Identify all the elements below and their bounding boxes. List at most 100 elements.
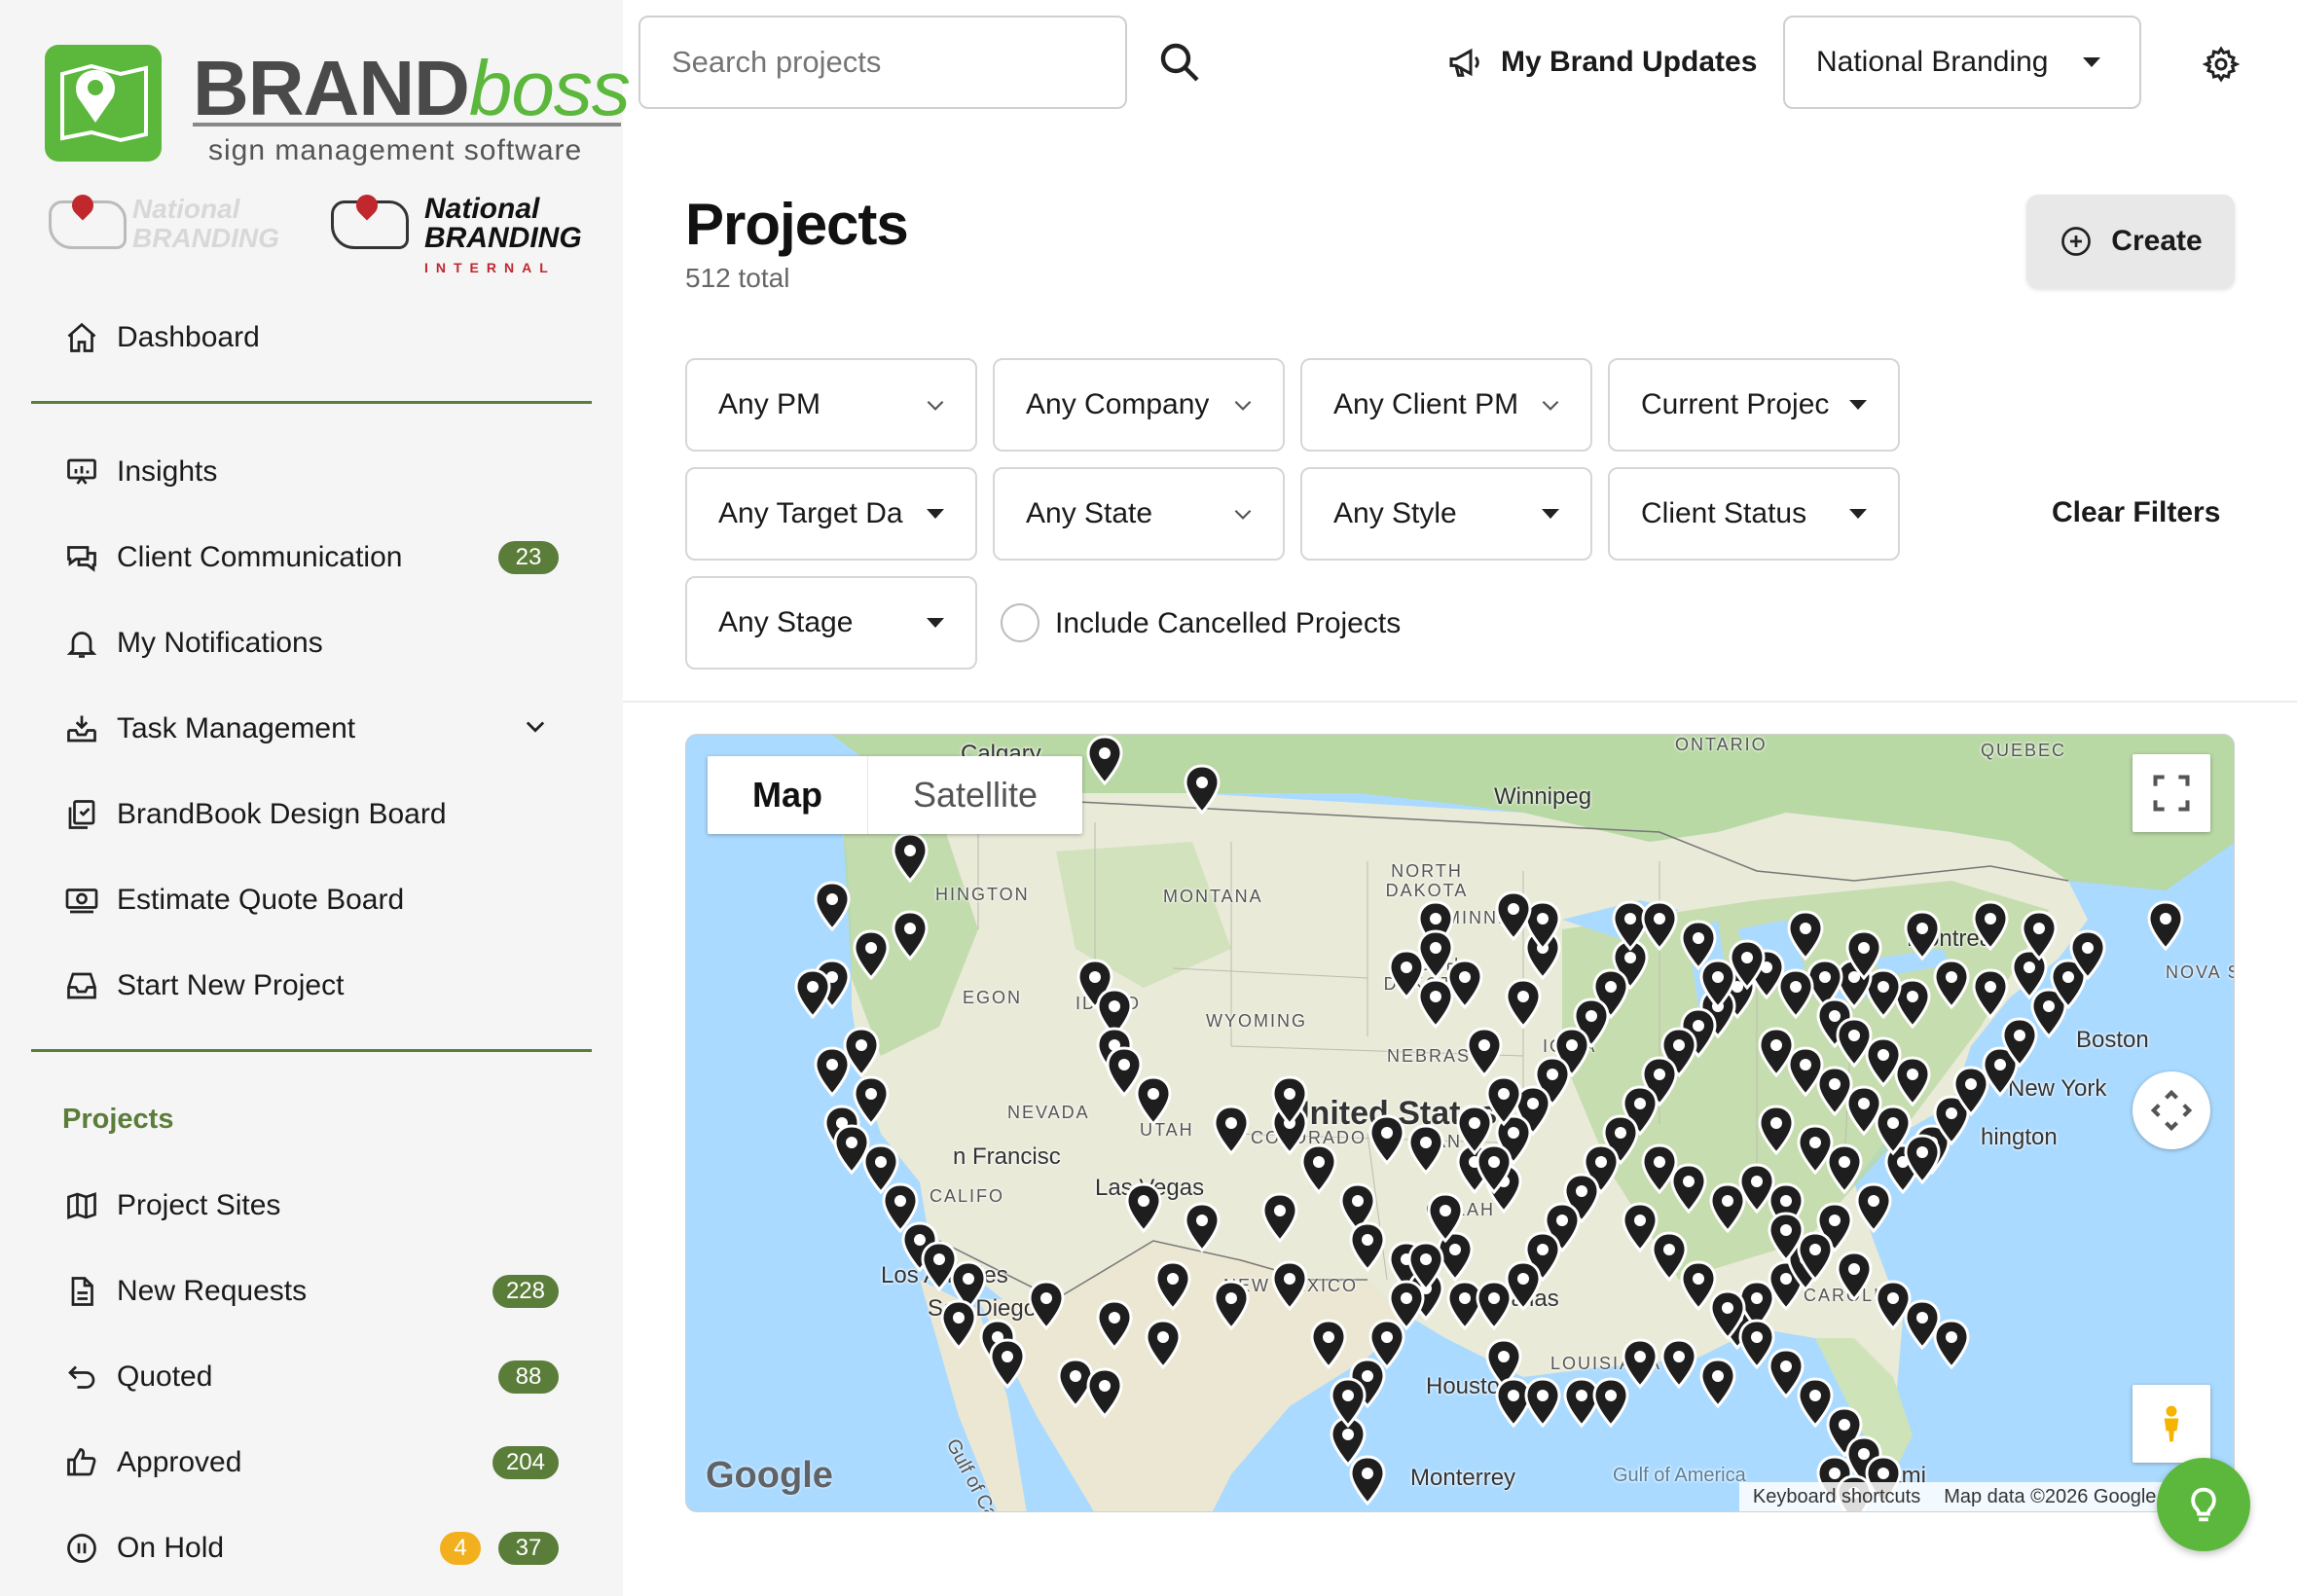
filter-style[interactable]: Any Style [1300,467,1592,561]
map-pin-icon[interactable] [1786,910,1825,961]
include-cancelled-label[interactable]: Include Cancelled Projects [1055,607,1401,640]
sidebar-item-project-sites[interactable]: Project Sites [62,1181,568,1230]
map-pin-icon[interactable] [1183,1202,1221,1253]
map-pin-icon[interactable] [1504,1260,1543,1312]
map-pin-icon[interactable] [1260,1192,1299,1244]
map-pin-icon[interactable] [1367,1114,1406,1166]
keyboard-shortcuts-link[interactable]: Keyboard shortcuts [1753,1486,1920,1508]
my-brand-updates-button[interactable]: My Brand Updates [1446,39,1757,86]
map-pin-icon[interactable] [1329,1377,1367,1429]
map-pin-icon[interactable] [1270,1075,1309,1127]
map-pin-icon[interactable] [1825,1143,1864,1195]
map-pin-icon[interactable] [1124,1182,1163,1234]
map-pin-icon[interactable] [1844,929,1883,981]
filter-client-pm[interactable]: Any Client PM [1300,358,1592,452]
clear-filters-button[interactable]: Clear Filters [2052,496,2220,529]
map-pin-icon[interactable] [1932,1319,1971,1370]
map-pin-icon[interactable] [2020,910,2059,961]
sidebar-item-brandbook-design-board[interactable]: BrandBook Design Board [62,790,568,839]
map-pin-icon[interactable] [852,1075,891,1127]
map-pin-icon[interactable] [1270,1260,1309,1312]
map-pin-icon[interactable] [1144,1319,1183,1370]
sidebar-item-client-communication[interactable]: Client Communication 23 [62,533,568,582]
filter-client-status[interactable]: Client Status [1608,467,1900,561]
map-pin-icon[interactable] [1027,1280,1066,1331]
map-pin-icon[interactable] [1484,1075,1523,1127]
map-pin-icon[interactable] [1757,1105,1796,1156]
map-pin-icon[interactable] [891,832,930,884]
projects-map[interactable]: Calgary Winnipeg ONTARIO QUEBEC HINGTON … [685,734,2235,1512]
filter-state[interactable]: Any State [993,467,1285,561]
map-pin-icon[interactable] [1085,1367,1124,1419]
map-pin-icon[interactable] [1903,1134,1942,1185]
map-pin-icon[interactable] [1348,1221,1387,1273]
sidebar-item-estimate-quote-board[interactable]: Estimate Quote Board [62,876,568,925]
map-pin-icon[interactable] [1183,764,1221,816]
map-pin-icon[interactable] [1698,1358,1737,1409]
map-pin-icon[interactable] [1669,1163,1708,1215]
chevron-down-icon[interactable] [522,712,549,746]
map-pin-icon[interactable] [1153,1260,1192,1312]
gear-icon[interactable] [2202,45,2241,84]
filter-company[interactable]: Any Company [993,358,1285,452]
map-pin-icon[interactable] [1309,1319,1348,1370]
map-pin-icon[interactable] [1494,890,1533,942]
partner-logo-national-branding[interactable]: National BRANDING [45,190,308,263]
map-tab-map[interactable]: Map [708,756,868,834]
sidebar-item-my-notifications[interactable]: My Notifications [62,619,568,668]
filter-pm[interactable]: Any PM [685,358,977,452]
map-pin-icon[interactable] [2068,929,2107,981]
map-pin-icon[interactable] [1348,1455,1387,1506]
filter-project-status[interactable]: Current Projec [1608,358,1900,452]
map-pin-icon[interactable] [1095,1299,1134,1351]
sidebar-item-insights[interactable]: Insights [62,448,568,496]
map-pin-icon[interactable] [1212,1280,1251,1331]
map-pin-icon[interactable] [852,929,891,981]
map-pin-icon[interactable] [1406,1124,1445,1176]
filter-stage[interactable]: Any Stage [685,576,977,670]
map-pin-icon[interactable] [1932,959,1971,1010]
sidebar-item-on-hold[interactable]: On Hold 4 37 [62,1524,568,1573]
map-pin-icon[interactable] [1728,939,1767,991]
map-pin-icon[interactable] [793,968,832,1020]
sidebar-item-quoted[interactable]: Quoted 88 [62,1353,568,1401]
camera-control-button[interactable] [2133,1071,2210,1149]
sidebar-item-dashboard[interactable]: Dashboard [62,313,568,362]
map-pin-icon[interactable] [813,881,852,932]
include-cancelled-checkbox[interactable] [1001,603,1039,642]
map-pin-icon[interactable] [2146,900,2185,952]
map-pin-icon[interactable] [1971,900,2010,952]
sidebar-item-approved[interactable]: Approved 204 [62,1438,568,1487]
map-pin-icon[interactable] [1426,1192,1465,1244]
map-pin-icon[interactable] [842,1027,881,1078]
map-pin-icon[interactable] [1212,1105,1251,1156]
map-pin-icon[interactable] [1523,1377,1562,1429]
map-pin-icon[interactable] [988,1338,1027,1390]
map-pin-icon[interactable] [1708,1182,1747,1234]
map-pin-icon[interactable] [1835,1251,1874,1302]
organization-select[interactable]: National Branding [1783,16,2141,109]
search-icon[interactable] [1156,39,1203,86]
map-pin-icon[interactable] [1504,978,1543,1030]
map-pin-icon[interactable] [939,1299,978,1351]
fullscreen-button[interactable] [2133,754,2210,832]
map-pin-icon[interactable] [1971,968,2010,1020]
sidebar-item-task-management[interactable]: Task Management [62,705,568,753]
map-pin-icon[interactable] [1134,1075,1173,1127]
map-pin-icon[interactable] [1796,1231,1835,1283]
map-pin-icon[interactable] [1659,1338,1698,1390]
street-view-pegman-button[interactable] [2133,1385,2210,1463]
partner-logo-national-branding-internal[interactable]: National BRANDING INTERNAL [327,190,590,275]
create-button[interactable]: Create [2026,195,2235,288]
map-tab-satellite[interactable]: Satellite [868,756,1082,834]
map-pin-icon[interactable] [1085,735,1124,786]
filter-target-date[interactable]: Any Target Da [685,467,977,561]
map-pin-icon[interactable] [1903,910,1942,961]
map-pin-icon[interactable] [1893,1056,1932,1107]
map-pin-icon[interactable] [1465,1027,1504,1078]
map-pin-icon[interactable] [1679,920,1718,971]
sidebar-item-new-requests[interactable]: New Requests 228 [62,1267,568,1316]
map-pin-icon[interactable] [1621,1338,1659,1390]
search-input[interactable] [638,16,1127,109]
sidebar-item-start-new-project[interactable]: Start New Project [62,961,568,1010]
